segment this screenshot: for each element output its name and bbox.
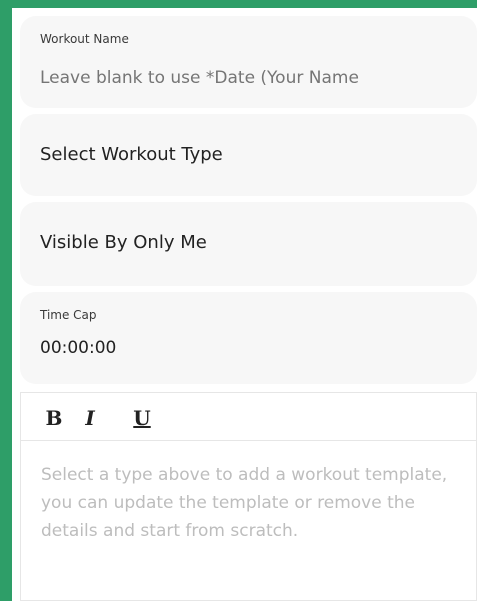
visibility-select[interactable]: Visible By Only Me <box>20 202 477 286</box>
workout-name-label: Workout Name <box>40 32 129 46</box>
workout-type-value: Select Workout Type <box>40 144 223 165</box>
workout-type-select[interactable]: Select Workout Type <box>20 114 477 196</box>
underline-button[interactable]: U <box>131 407 153 429</box>
time-cap-label: Time Cap <box>40 308 97 322</box>
editor-text-area[interactable]: Select a type above to add a workout tem… <box>41 461 461 545</box>
visibility-value: Visible By Only Me <box>40 232 207 253</box>
workout-form: Workout Name Select Workout Type Visible… <box>12 8 477 601</box>
workout-name-input[interactable] <box>40 68 468 88</box>
workout-name-field[interactable]: Workout Name <box>20 16 477 108</box>
italic-button[interactable]: I <box>79 407 101 429</box>
workout-details-editor[interactable]: B I U Select a type above to add a worko… <box>20 392 477 601</box>
bold-button[interactable]: B <box>43 407 65 429</box>
time-cap-value[interactable]: 00:00:00 <box>40 338 116 358</box>
editor-toolbar: B I U <box>21 393 476 441</box>
time-cap-field[interactable]: Time Cap 00:00:00 <box>20 292 477 384</box>
